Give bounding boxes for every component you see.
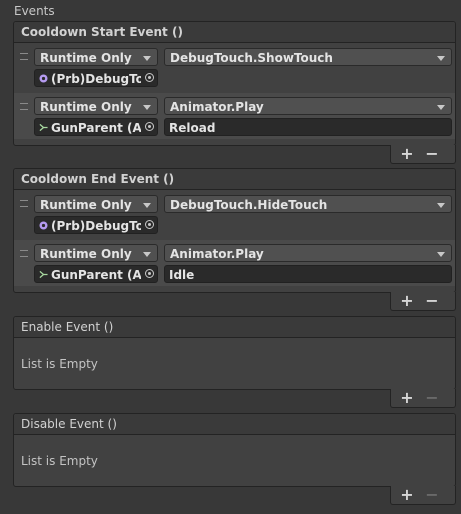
- cooldown-start-event-panel: Cooldown Start Event () Runtime Only Deb…: [13, 21, 456, 146]
- runtime-mode-label: Runtime Only: [40, 198, 132, 212]
- list-footer: + −: [390, 292, 456, 311]
- list-footer: + −: [390, 389, 456, 408]
- prefab-icon: [39, 221, 48, 230]
- event-entry: Runtime Only Animator.Play GunParent (An…: [14, 93, 455, 139]
- events-section-title: Events: [14, 4, 55, 18]
- chevron-down-icon: [143, 252, 151, 257]
- chevron-down-icon: [437, 105, 445, 110]
- target-object-label: GunParent (Ani: [51, 121, 141, 135]
- disable-event-header: Disable Event (): [14, 414, 455, 435]
- function-dropdown[interactable]: DebugTouch.ShowTouch: [164, 48, 452, 66]
- chevron-down-icon: [143, 56, 151, 61]
- function-label: Animator.Play: [170, 100, 264, 114]
- target-object-field[interactable]: (Prb)DebugTou: [34, 69, 158, 87]
- object-picker-icon[interactable]: [145, 269, 154, 278]
- event-entry: Runtime Only DebugTouch.HideTouch (Prb)D…: [14, 190, 455, 236]
- target-object-field[interactable]: GunParent (Ani: [34, 118, 158, 136]
- enable-event-panel: Enable Event () List is Empty: [13, 316, 456, 390]
- drag-handle-icon[interactable]: [20, 250, 28, 257]
- runtime-mode-label: Runtime Only: [40, 100, 132, 114]
- event-entry: Runtime Only DebugTouch.ShowTouch (Prb)D…: [14, 43, 455, 89]
- drag-handle-icon[interactable]: [20, 53, 28, 60]
- chevron-down-icon: [437, 203, 445, 208]
- chevron-down-icon: [437, 252, 445, 257]
- object-picker-icon[interactable]: [145, 220, 154, 229]
- string-argument-field[interactable]: Idle: [164, 265, 452, 283]
- enable-event-header: Enable Event (): [14, 317, 455, 338]
- runtime-mode-dropdown[interactable]: Runtime Only: [34, 48, 158, 66]
- remove-entry-button[interactable]: −: [421, 145, 443, 163]
- animator-icon: [39, 270, 48, 279]
- function-dropdown[interactable]: Animator.Play: [164, 97, 452, 115]
- remove-entry-button[interactable]: −: [421, 389, 443, 407]
- list-empty-text: List is Empty: [21, 454, 98, 468]
- runtime-mode-label: Runtime Only: [40, 247, 132, 261]
- list-footer: + −: [390, 145, 456, 164]
- chevron-down-icon: [437, 56, 445, 61]
- target-object-label: (Prb)DebugTou: [51, 219, 141, 233]
- add-entry-button[interactable]: +: [396, 389, 418, 407]
- event-entry: Runtime Only Animator.Play GunParent (An…: [14, 240, 455, 286]
- runtime-mode-label: Runtime Only: [40, 51, 132, 65]
- runtime-mode-dropdown[interactable]: Runtime Only: [34, 195, 158, 213]
- object-picker-icon[interactable]: [145, 73, 154, 82]
- drag-handle-icon[interactable]: [20, 200, 28, 207]
- add-entry-button[interactable]: +: [396, 292, 418, 310]
- string-argument-field[interactable]: Reload: [164, 118, 452, 136]
- target-object-field[interactable]: (Prb)DebugTou: [34, 216, 158, 234]
- add-entry-button[interactable]: +: [396, 145, 418, 163]
- target-object-label: (Prb)DebugTou: [51, 72, 141, 86]
- animator-icon: [39, 123, 48, 132]
- remove-entry-button[interactable]: −: [421, 486, 443, 504]
- chevron-down-icon: [143, 203, 151, 208]
- target-object-label: GunParent (Ani: [51, 268, 141, 282]
- function-dropdown[interactable]: DebugTouch.HideTouch: [164, 195, 452, 213]
- runtime-mode-dropdown[interactable]: Runtime Only: [34, 97, 158, 115]
- object-picker-icon[interactable]: [145, 122, 154, 131]
- cooldown-start-event-header: Cooldown Start Event (): [14, 22, 455, 43]
- function-dropdown[interactable]: Animator.Play: [164, 244, 452, 262]
- function-label: Animator.Play: [170, 247, 264, 261]
- add-entry-button[interactable]: +: [396, 486, 418, 504]
- prefab-icon: [39, 74, 48, 83]
- remove-entry-button[interactable]: −: [421, 292, 443, 310]
- drag-handle-icon[interactable]: [20, 103, 28, 110]
- function-label: DebugTouch.ShowTouch: [170, 51, 333, 65]
- list-empty-text: List is Empty: [21, 357, 98, 371]
- cooldown-end-event-panel: Cooldown End Event () Runtime Only Debug…: [13, 168, 456, 293]
- runtime-mode-dropdown[interactable]: Runtime Only: [34, 244, 158, 262]
- chevron-down-icon: [143, 105, 151, 110]
- list-footer: + −: [390, 486, 456, 505]
- cooldown-end-event-header: Cooldown End Event (): [14, 169, 455, 190]
- function-label: DebugTouch.HideTouch: [170, 198, 328, 212]
- disable-event-panel: Disable Event () List is Empty: [13, 413, 456, 487]
- target-object-field[interactable]: GunParent (Ani: [34, 265, 158, 283]
